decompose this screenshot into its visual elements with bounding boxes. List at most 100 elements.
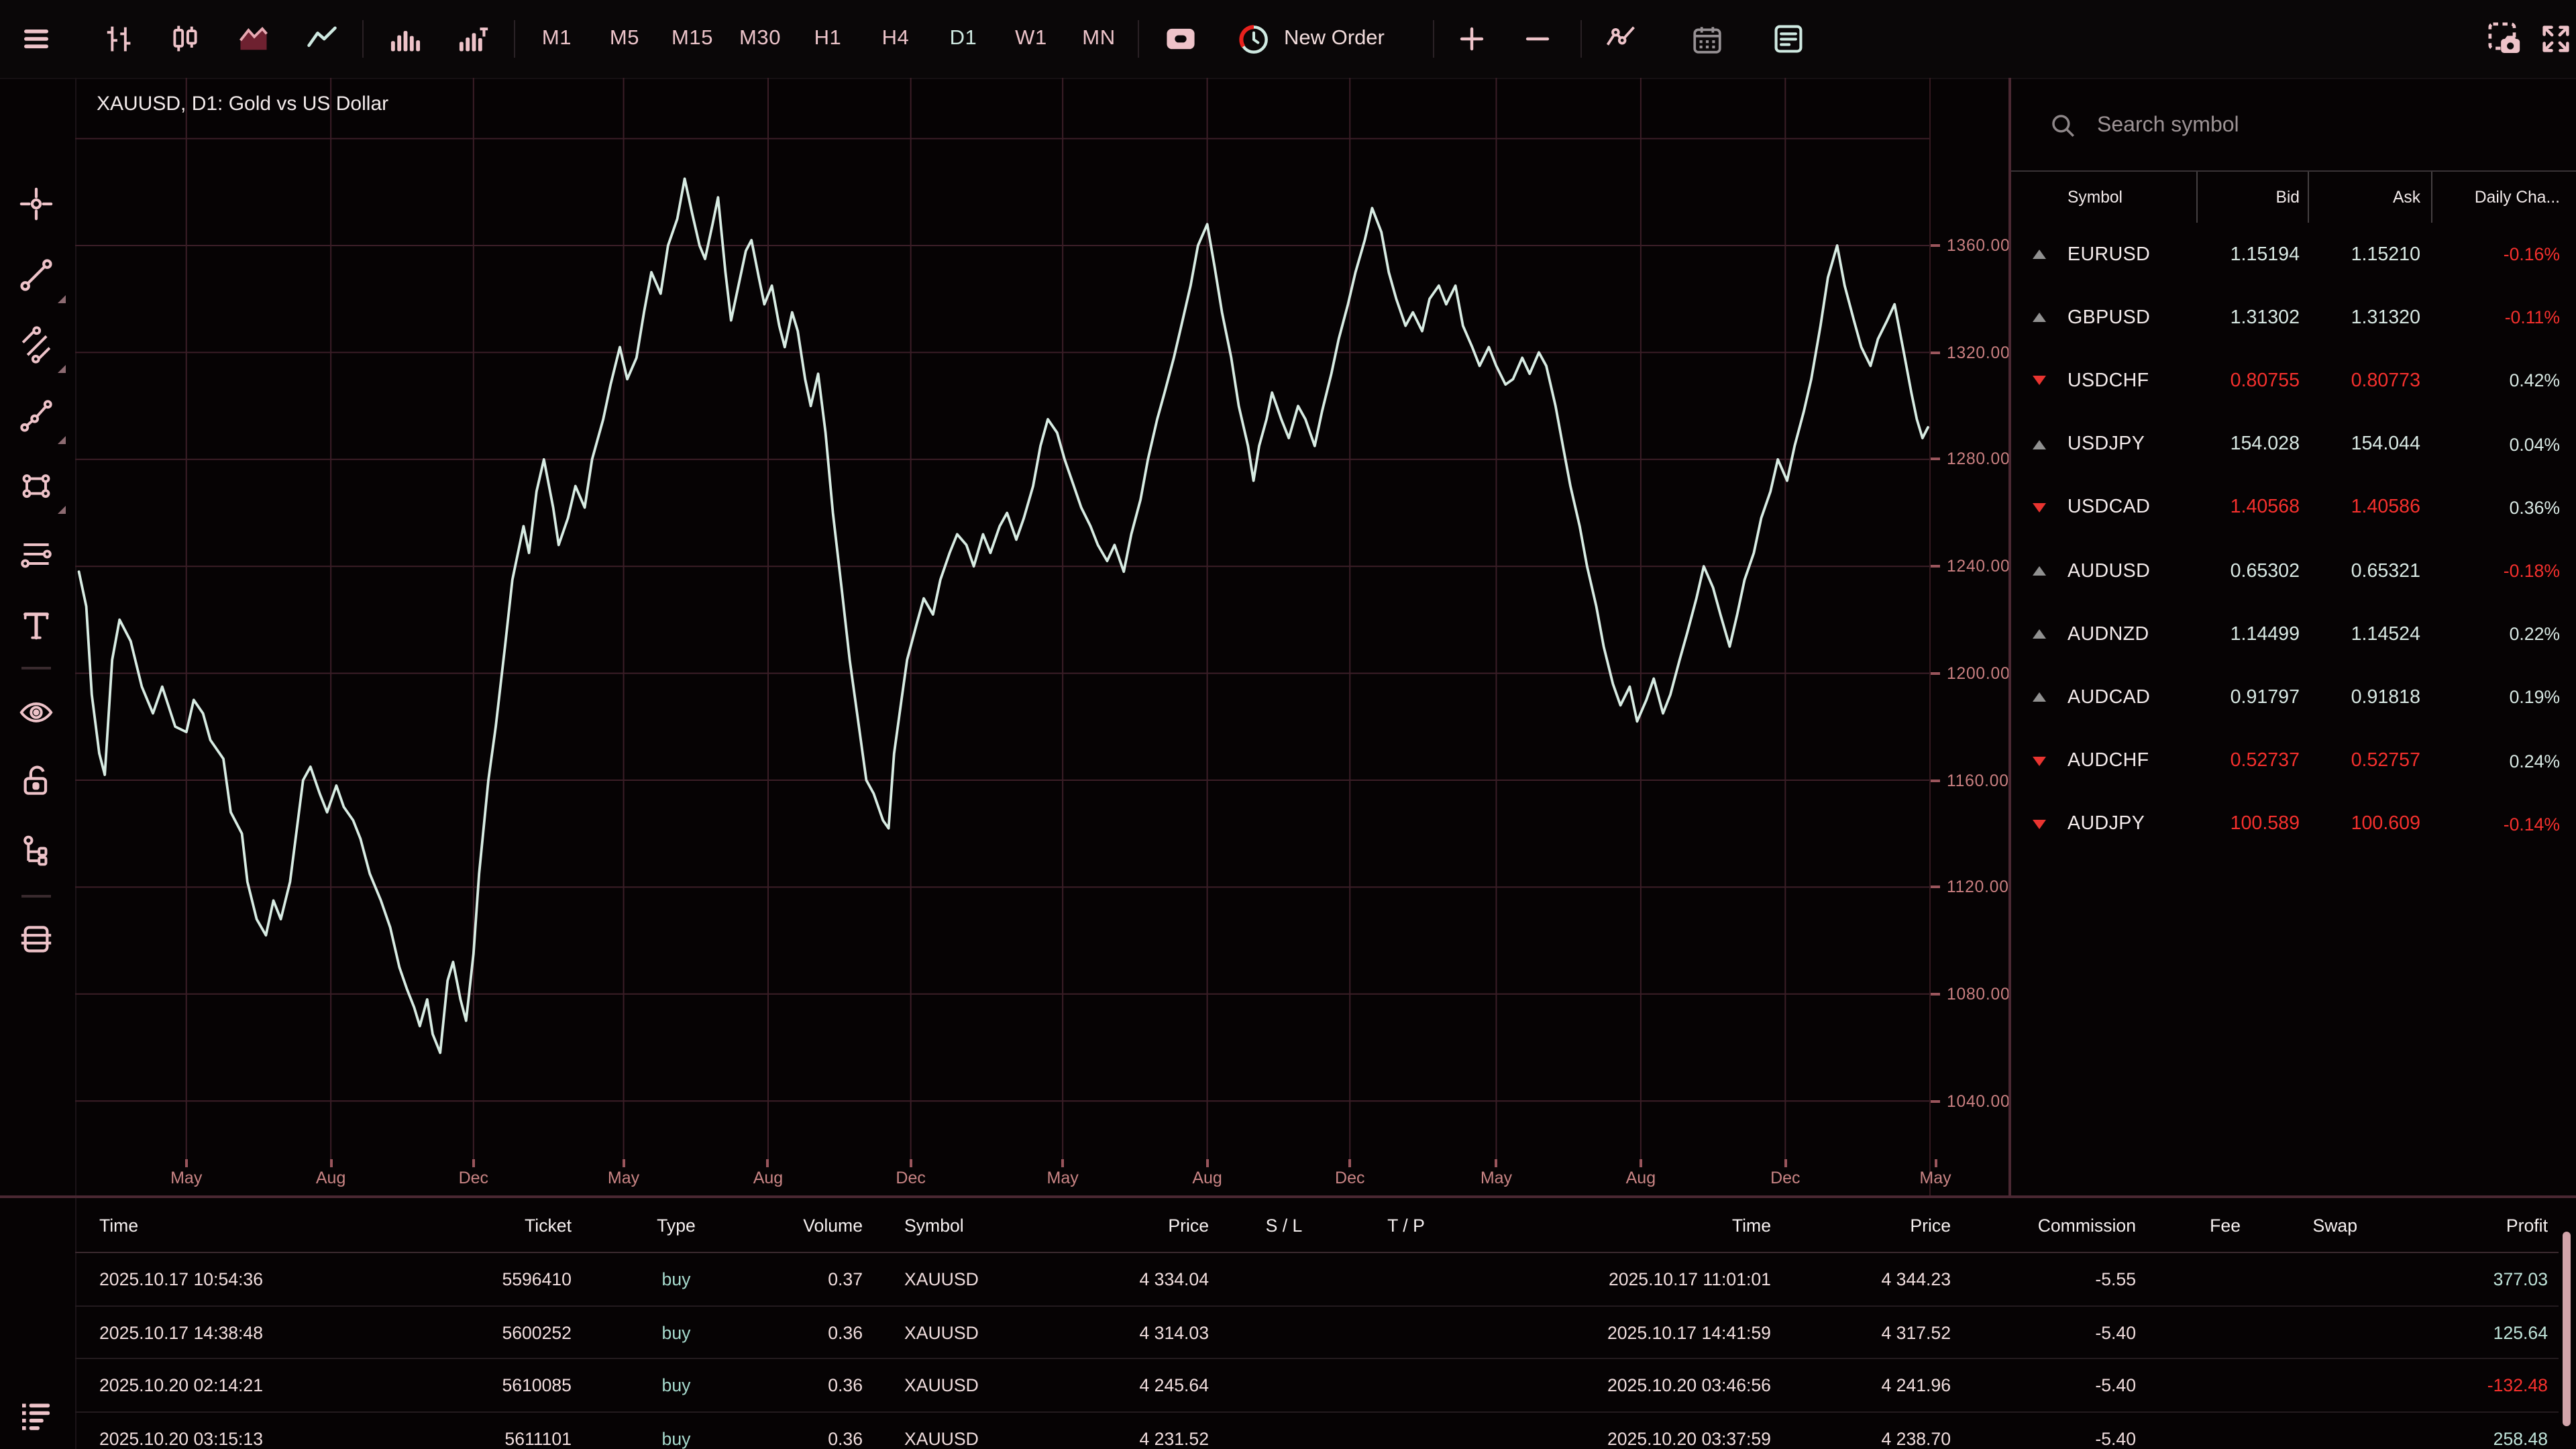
open-time: 2025.10.17 14:38:48 (75, 1322, 411, 1342)
bid-price: 0.65302 (2188, 560, 2300, 582)
fullscreen-icon[interactable] (2534, 17, 2576, 60)
symbol: XAUUSD (873, 1269, 978, 1289)
new-order-label: New Order (1284, 27, 1385, 51)
new-order-button[interactable]: New Order (1236, 0, 1385, 78)
bars-chart-icon[interactable] (97, 17, 140, 60)
scrollbar-thumb[interactable] (2563, 1232, 2571, 1426)
volume-bars-icon[interactable] (382, 17, 425, 60)
tick-volume-icon[interactable] (451, 17, 494, 60)
open-price: 4 245.64 (978, 1375, 1220, 1395)
timeframe-H4[interactable]: H4 (865, 27, 926, 51)
price-axis-label: 1240.00 (1947, 557, 2010, 576)
bid-price: 100.589 (2188, 814, 2300, 835)
history-row[interactable]: 2025.10.20 03:15:135611101buy0.36XAUUSD4… (75, 1413, 2559, 1449)
text-tool-icon[interactable] (17, 606, 55, 644)
price-axis-tick (1931, 458, 1940, 461)
symbol-name: EURUSD (2068, 244, 2188, 265)
zoom-in-icon[interactable] (1450, 17, 1493, 60)
column-header: Time (75, 1215, 411, 1235)
daily-change: -0.16% (2420, 244, 2560, 264)
dropdown-corner-icon (58, 436, 66, 444)
trade-panel-icon[interactable] (1767, 17, 1810, 60)
history-row[interactable]: 2025.10.17 10:54:365596410buy0.37XAUUSD4… (75, 1253, 2559, 1306)
screenshot-icon[interactable] (2483, 17, 2526, 60)
chart-shift-icon[interactable] (1159, 17, 1202, 60)
market-watch-row[interactable]: AUDCAD0.917970.918180.19% (2011, 666, 2576, 729)
time-axis-label: Dec (896, 1169, 925, 1187)
delete-objects-icon[interactable] (17, 920, 55, 958)
top-toolbar: M1M5M15M30H1H4D1W1MN New Order (0, 0, 2576, 79)
timeframe-M30[interactable]: M30 (729, 27, 791, 51)
column-header: Profit (2368, 1215, 2559, 1235)
profit: -132.48 (2368, 1375, 2559, 1395)
time-axis-tick (1061, 1159, 1064, 1167)
trade-list-icon[interactable] (17, 1397, 55, 1434)
time-axis-tick (1495, 1159, 1497, 1167)
pitchfork-icon[interactable] (17, 397, 55, 435)
timeframe-W1[interactable]: W1 (1000, 27, 1062, 51)
visibility-eye-icon[interactable] (17, 694, 55, 731)
market-watch-row[interactable]: USDJPY154.028154.0440.04% (2011, 413, 2576, 476)
market-watch-row[interactable]: AUDCHF0.527370.527570.24% (2011, 729, 2576, 792)
time-axis-label: Aug (1192, 1169, 1222, 1187)
order-type: buy (582, 1375, 770, 1395)
price-down-icon (2030, 756, 2068, 765)
column-header: Commission (1962, 1215, 2147, 1235)
close-time: 2025.10.20 03:37:59 (1464, 1429, 1782, 1449)
timeframe-M5[interactable]: M5 (594, 27, 655, 51)
price-axis[interactable]: 1360.001320.001280.001240.001200.001160.… (1929, 78, 2010, 1195)
object-tree-icon[interactable] (17, 832, 55, 869)
time-axis-label: Dec (1770, 1169, 1800, 1187)
channel-icon[interactable] (17, 326, 55, 364)
toolbar-separator (1138, 20, 1139, 58)
market-watch-row[interactable]: USDCHF0.807550.807730.42% (2011, 350, 2576, 413)
column-header: Type (582, 1215, 770, 1235)
commission: -5.40 (1962, 1375, 2147, 1395)
area-chart-icon[interactable] (232, 17, 275, 60)
timeframe-D1[interactable]: D1 (932, 27, 994, 51)
zoom-out-icon[interactable] (1516, 17, 1559, 60)
market-watch-row[interactable]: USDCAD1.405681.405860.36% (2011, 476, 2576, 539)
price-chart[interactable]: XAUUSD, D1: Gold vs US Dollar (75, 78, 1929, 1159)
sidebar-divider (21, 895, 51, 898)
history-row[interactable]: 2025.10.17 14:38:485600252buy0.36XAUUSD4… (75, 1306, 2559, 1359)
unlock-icon[interactable] (17, 762, 55, 800)
ask-price: 100.609 (2300, 814, 2420, 835)
open-time: 2025.10.20 03:15:13 (75, 1429, 411, 1449)
time-axis[interactable]: MayAugDecMayAugDecMayAugDecMayAugDecMay (75, 1159, 1940, 1195)
hamburger-menu-icon[interactable] (15, 17, 58, 60)
daily-change: 0.04% (2420, 434, 2560, 454)
market-watch-row[interactable]: AUDNZD1.144991.145240.22% (2011, 602, 2576, 665)
market-watch-row[interactable]: GBPUSD1.313021.31320-0.11% (2011, 286, 2576, 349)
ask-price: 0.91818 (2300, 687, 2420, 708)
trading-terminal: M1M5M15M30H1H4D1W1MN New Order (0, 0, 2576, 1449)
candles-chart-icon[interactable] (164, 17, 207, 60)
close-price: 4 317.52 (1782, 1322, 1962, 1342)
history-row[interactable]: 2025.10.20 02:14:215610085buy0.36XAUUSD4… (75, 1360, 2559, 1413)
timeframe-M1[interactable]: M1 (526, 27, 588, 51)
toolbar-separator (514, 20, 515, 58)
market-watch-row[interactable]: EURUSD1.151941.15210-0.16% (2011, 223, 2576, 286)
calendar-icon[interactable] (1685, 17, 1728, 60)
history-header-row[interactable]: TimeTicketTypeVolumeSymbolPriceS / LT / … (75, 1198, 2559, 1253)
timeframe-M15[interactable]: M15 (661, 27, 723, 51)
trendline-icon[interactable] (17, 256, 55, 294)
indicators-icon[interactable] (1599, 17, 1642, 60)
fibonacci-icon[interactable] (17, 535, 55, 573)
symbol-name: USDCAD (2068, 497, 2188, 519)
price-axis-tick (1931, 993, 1940, 996)
crosshair-icon[interactable] (17, 185, 55, 223)
price-axis-label: 1040.00 (1947, 1091, 2010, 1110)
line-chart-icon[interactable] (301, 17, 343, 60)
market-watch-row[interactable]: AUDJPY100.589100.609-0.14% (2011, 792, 2576, 855)
volume: 0.36 (770, 1375, 873, 1395)
time-axis-tick (1934, 1159, 1937, 1167)
shapes-icon[interactable] (17, 467, 55, 504)
market-watch-header[interactable]: SymbolBidAskDaily Cha... (2011, 170, 2576, 223)
timeframe-H1[interactable]: H1 (797, 27, 859, 51)
market-watch-row[interactable]: AUDUSD0.653020.65321-0.18% (2011, 539, 2576, 602)
price-axis-tick (1931, 672, 1940, 675)
timeframe-MN[interactable]: MN (1068, 27, 1130, 51)
search-symbol-input[interactable] (2094, 105, 2529, 148)
column-header: Volume (770, 1215, 873, 1235)
